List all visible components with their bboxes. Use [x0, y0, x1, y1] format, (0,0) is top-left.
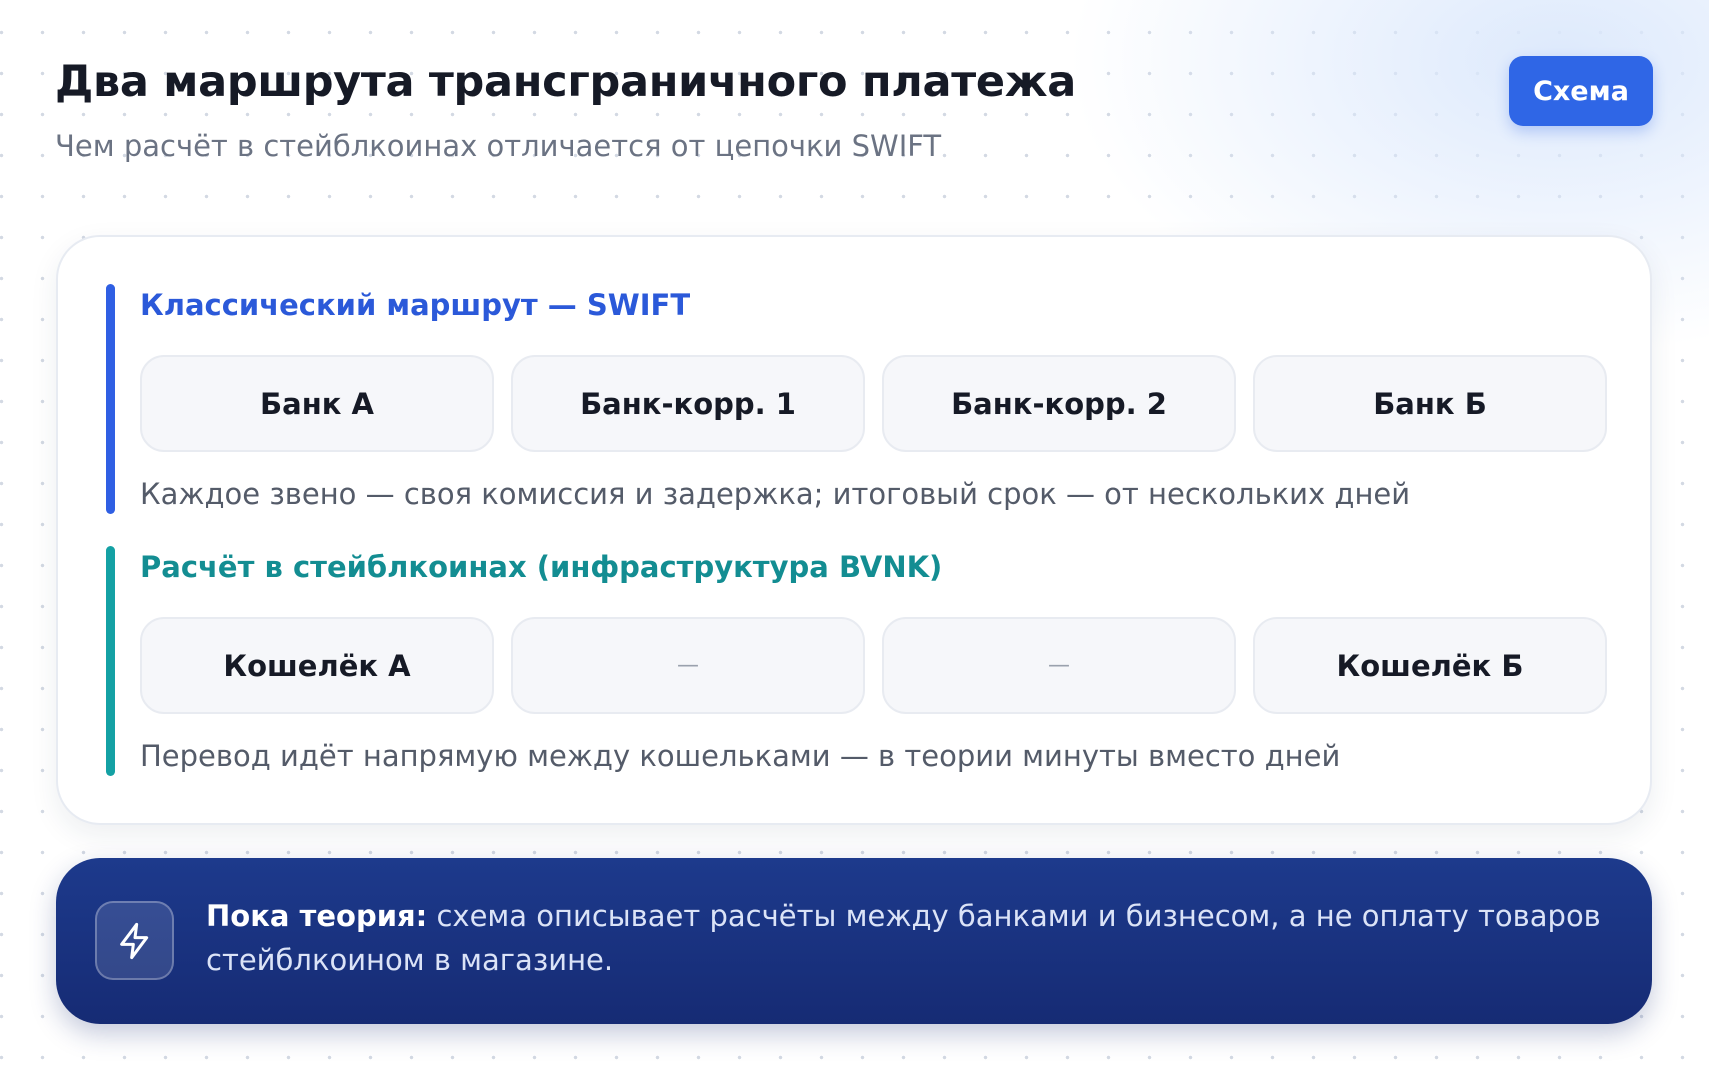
page-subtitle: Чем расчёт в стейблкоинах отличается от … — [55, 129, 942, 163]
notice-text: Пока теория: схема описывает расчёты меж… — [206, 894, 1606, 982]
route-stablecoin: Расчёт в стейблкоинах (инфраструктура BV… — [106, 546, 1607, 776]
routes-card: Классический маршрут — SWIFT Банк А Банк… — [56, 235, 1652, 825]
route-title: Расчёт в стейблкоинах (инфраструктура BV… — [140, 550, 943, 584]
route-node-bank-a: Банк А — [140, 355, 494, 452]
route-node-correspondent-1: Банк-корр. 1 — [511, 355, 865, 452]
route-nodes: Кошелёк А — — Кошелёк Б — [140, 617, 1607, 714]
route-accent-bar — [106, 284, 115, 514]
route-node-wallet-b: Кошелёк Б — [1253, 617, 1607, 714]
route-node-bank-b: Банк Б — [1253, 355, 1607, 452]
page-title: Два маршрута трансграничного платежа — [55, 57, 1076, 107]
route-accent-bar — [106, 546, 115, 776]
route-node-empty: — — [882, 617, 1236, 714]
route-swift: Классический маршрут — SWIFT Банк А Банк… — [106, 284, 1607, 514]
route-nodes: Банк А Банк-корр. 1 Банк-корр. 2 Банк Б — [140, 355, 1607, 452]
route-node-wallet-a: Кошелёк А — [140, 617, 494, 714]
route-title: Классический маршрут — SWIFT — [140, 288, 691, 322]
route-node-empty: — — [511, 617, 865, 714]
page-header: Два маршрута трансграничного платежа Чем… — [55, 52, 1455, 166]
route-note: Перевод идёт напрямую между кошельками —… — [140, 739, 1341, 773]
route-node-correspondent-2: Банк-корр. 2 — [882, 355, 1236, 452]
route-note: Каждое звено — своя комиссия и задержка;… — [140, 477, 1411, 511]
notice-banner: Пока теория: схема описывает расчёты меж… — [56, 858, 1652, 1024]
notice-label: Пока теория: — [206, 899, 428, 933]
lightning-icon — [95, 901, 174, 980]
scheme-button[interactable]: Схема — [1509, 56, 1653, 126]
